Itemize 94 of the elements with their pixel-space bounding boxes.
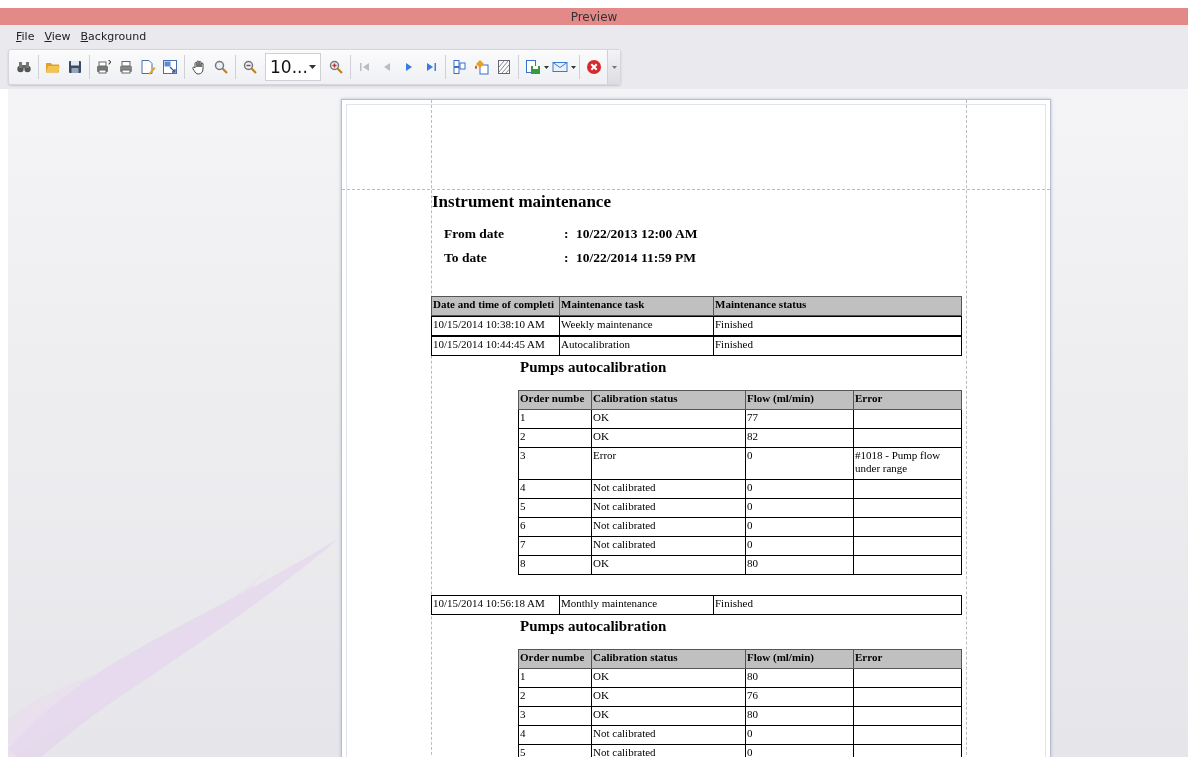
table-cell: 77 [745, 409, 854, 429]
table-cell: 4 [518, 479, 592, 499]
table-cell: Error [591, 447, 746, 480]
save-icon[interactable] [67, 59, 83, 75]
field-separator: : [564, 226, 570, 242]
table-cell: #1018 - Pump flow under range [853, 447, 962, 480]
caret-icon[interactable] [571, 65, 576, 69]
table-cell: 0 [745, 447, 854, 480]
table-cell: 0 [745, 744, 854, 757]
column-header: Calibration status [591, 390, 746, 410]
table-cell: 4 [518, 725, 592, 745]
magnifier-icon[interactable] [213, 59, 229, 75]
column-header: Error [853, 649, 962, 669]
caret-icon [309, 65, 316, 69]
hatched-page-icon[interactable] [496, 59, 512, 75]
field-value: 10/22/2013 12:00 AM [576, 226, 698, 242]
table-cell: Not calibrated [591, 744, 746, 757]
table-cell: 6 [518, 517, 592, 537]
table-cell: 80 [745, 668, 854, 688]
column-header: Order numbe [518, 390, 592, 410]
column-header: Date and time of completi [431, 296, 560, 316]
table-cell: 1 [518, 668, 592, 688]
table-cell: OK [591, 668, 746, 688]
table-cell: Autocalibration [559, 336, 714, 356]
hand-icon[interactable] [191, 59, 207, 75]
table-cell: 0 [745, 498, 854, 518]
table-cell: 10/15/2014 10:44:45 AM [431, 336, 560, 356]
table-cell: 2 [518, 428, 592, 448]
column-header: Flow (ml/min) [745, 649, 854, 669]
column-header: Flow (ml/min) [745, 390, 854, 410]
table-cell: OK [591, 555, 746, 575]
caret-icon[interactable] [544, 65, 549, 69]
column-header: Maintenance status [713, 296, 962, 316]
report-title: Instrument maintenance [432, 192, 612, 212]
table-cell: OK [591, 428, 746, 448]
zoom-dropdown[interactable]: 10... [265, 53, 321, 81]
field-separator: : [564, 250, 570, 266]
table-cell: Finished [713, 336, 962, 356]
section-title: Pumps autocalibration [520, 359, 668, 376]
table-cell: Finished [713, 595, 962, 615]
table-cell: 7 [518, 536, 592, 556]
table-cell: Not calibrated [591, 517, 746, 537]
table-cell: Not calibrated [591, 479, 746, 499]
field-value: 10/22/2014 11:59 PM [576, 250, 697, 266]
close-icon[interactable] [586, 59, 602, 75]
table-cell: 1 [518, 409, 592, 429]
table-cell: 80 [745, 555, 854, 575]
column-header: Maintenance task [559, 296, 714, 316]
zoom-in-icon[interactable] [328, 59, 344, 75]
table-cell: 82 [745, 428, 854, 448]
table-cell: OK [591, 706, 746, 726]
page-edit-icon[interactable] [140, 59, 156, 75]
column-header: Calibration status [591, 649, 746, 669]
table-cell: 5 [518, 498, 592, 518]
print-setup-icon[interactable] [96, 59, 112, 75]
table-cell: Weekly maintenance [559, 316, 714, 336]
table-cell: Not calibrated [591, 725, 746, 745]
menu-item[interactable]: View [40, 27, 75, 45]
table-cell: 3 [518, 447, 592, 480]
table-cell: 5 [518, 744, 592, 757]
table-cell: 0 [745, 479, 854, 499]
table-cell: Monthly maintenance [559, 595, 714, 615]
printer-icon[interactable] [118, 59, 134, 75]
table-cell: 3 [518, 706, 592, 726]
table-cell: Not calibrated [591, 536, 746, 556]
table-cell: 10/15/2014 10:38:10 AM [431, 316, 560, 336]
envelope-icon[interactable] [552, 59, 568, 75]
column-header: Error [853, 390, 962, 410]
table-cell: OK [591, 687, 746, 707]
table-cell: 80 [745, 706, 854, 726]
caret-icon [611, 65, 617, 69]
table-cell: 8 [518, 555, 592, 575]
multiple-pages-icon[interactable] [452, 59, 468, 75]
field-label: To date [444, 250, 488, 266]
table-cell: 2 [518, 687, 592, 707]
binoculars-icon[interactable] [16, 59, 32, 75]
menu-item[interactable]: File [12, 27, 39, 45]
table-cell: Finished [713, 316, 962, 336]
table-cell: 76 [745, 687, 854, 707]
save-page-icon[interactable] [525, 59, 541, 75]
window-title: Preview [570, 9, 618, 24]
page-export-icon[interactable] [162, 59, 178, 75]
section-title: Pumps autocalibration [520, 618, 668, 635]
field-label: From date [444, 226, 506, 242]
table-cell: 0 [745, 517, 854, 537]
zoom-out-icon[interactable] [242, 59, 258, 75]
column-header: Order numbe [518, 649, 592, 669]
table-cell: OK [591, 409, 746, 429]
table-cell: 0 [745, 725, 854, 745]
table-cell: 10/15/2014 10:56:18 AM [431, 595, 560, 615]
paint-bucket-icon[interactable] [474, 59, 490, 75]
table-cell: 0 [745, 536, 854, 556]
menu-item[interactable]: Background [76, 27, 151, 45]
table-cell: Not calibrated [591, 498, 746, 518]
